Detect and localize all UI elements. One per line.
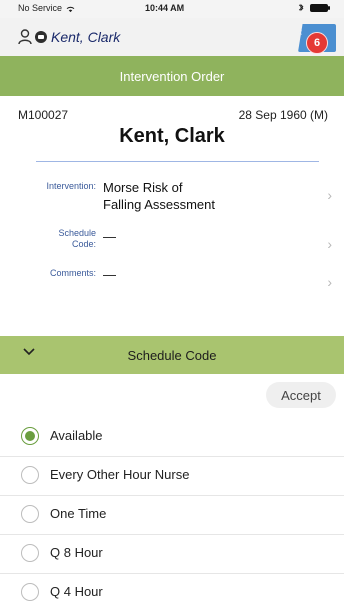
detail-row-comments[interactable]: Comments: — › <box>0 262 344 300</box>
detail-label: Schedule Code: <box>58 228 96 249</box>
location-icon <box>35 31 47 43</box>
detail-row-intervention[interactable]: Intervention: Morse Risk of Falling Asse… <box>0 175 344 213</box>
radio-icon[interactable] <box>21 505 39 523</box>
app-screen: No Service 10:44 AM Kent, Clark ‹ 6 Inte… <box>0 0 344 609</box>
radio-icon[interactable] <box>21 544 39 562</box>
schedule-options-list: Available Every Other Hour Nurse One Tim… <box>0 418 344 609</box>
notification-tab[interactable]: ‹ 6 <box>296 24 336 54</box>
schedule-option-available[interactable]: Available <box>0 418 344 457</box>
battery-icon <box>310 3 330 12</box>
chevron-right-icon: › <box>327 236 332 252</box>
chevron-right-icon: › <box>327 187 332 203</box>
detail-value-line1: Morse Risk of <box>103 180 183 195</box>
option-label: Every Other Hour Nurse <box>50 467 190 482</box>
patient-header: Kent, Clark ‹ 6 <box>0 18 344 57</box>
status-left: No Service <box>18 3 75 13</box>
patient-name: Kent, Clark <box>119 125 225 147</box>
option-label: Q 4 Hour <box>50 584 103 599</box>
chevron-down-icon[interactable] <box>22 345 36 359</box>
detail-row-schedule-code[interactable]: Schedule Code: — › <box>0 224 344 262</box>
chevron-right-icon: › <box>327 274 332 290</box>
option-label: Available <box>50 428 103 443</box>
detail-value: Morse Risk of Falling Assessment <box>103 179 215 213</box>
schedule-option-q4-hour[interactable]: Q 4 Hour <box>0 574 344 609</box>
detail-label: Comments: <box>49 268 96 278</box>
option-label: Q 8 Hour <box>50 545 103 560</box>
schedule-code-title: Schedule Code <box>127 347 217 363</box>
schedule-option-one-time[interactable]: One Time <box>0 496 344 535</box>
page-title: Intervention Order <box>119 68 225 84</box>
detail-value: — <box>103 267 116 282</box>
schedule-code-header[interactable]: Schedule Code <box>0 336 344 374</box>
person-icon[interactable] <box>18 29 32 45</box>
status-time: 10:44 AM <box>145 3 185 13</box>
option-label: One Time <box>50 506 107 521</box>
schedule-option-every-other-hour-nurse[interactable]: Every Other Hour Nurse <box>0 457 344 496</box>
bluetooth-icon <box>298 3 304 12</box>
wifi-icon <box>66 5 75 12</box>
carrier-label: No Service <box>18 3 63 13</box>
back-chevron-icon: ‹ <box>299 27 303 38</box>
patient-mrn: M100027 <box>18 108 69 122</box>
radio-selected-icon[interactable] <box>21 427 39 445</box>
accept-button[interactable]: Accept <box>266 382 336 408</box>
status-bar: No Service 10:44 AM <box>0 0 344 18</box>
radio-icon[interactable] <box>21 466 39 484</box>
page-title-bar: Intervention Order <box>0 56 344 96</box>
status-right <box>298 3 330 12</box>
divider <box>36 161 319 162</box>
detail-label: Intervention: <box>46 181 96 191</box>
header-patient-name[interactable]: Kent, Clark <box>51 29 120 45</box>
notification-badge: 6 <box>306 32 328 54</box>
radio-icon[interactable] <box>21 583 39 601</box>
schedule-option-q8-hour[interactable]: Q 8 Hour <box>0 535 344 574</box>
detail-value: — <box>103 229 116 244</box>
patient-dob: 28 Sep 1960 (M) <box>238 108 328 122</box>
detail-value-line2: Falling Assessment <box>103 197 215 212</box>
